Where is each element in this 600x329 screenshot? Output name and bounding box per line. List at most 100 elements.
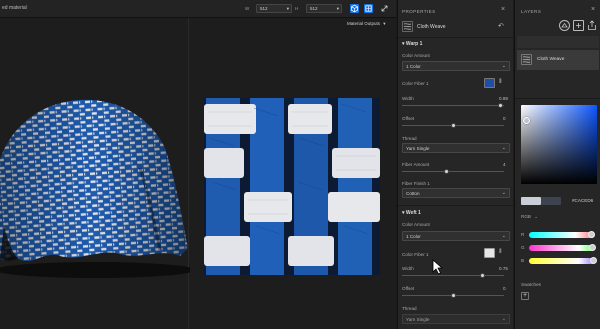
warp-color-amount-value: 1 Color xyxy=(406,64,421,69)
layers-header: LAYERS xyxy=(521,9,542,14)
warp-offset-slider[interactable] xyxy=(402,123,504,128)
slider-knob[interactable] xyxy=(480,273,485,278)
warp-color-amount-label: Color Amount xyxy=(402,53,430,58)
material-outputs-select[interactable]: Material Outputs ▾ xyxy=(347,21,386,27)
width-value: 512 xyxy=(260,6,268,11)
color-picker-handle[interactable] xyxy=(523,117,530,124)
weft-thread-select[interactable]: Yarn Single ⌄ xyxy=(402,314,510,324)
g-slider[interactable] xyxy=(529,244,596,251)
warp-width-slider[interactable] xyxy=(402,103,504,108)
slider-knob[interactable] xyxy=(589,244,596,251)
add-swatch-icon: + xyxy=(522,292,528,299)
warp-fiber-finish-value: Cotton xyxy=(406,191,420,196)
warp-fiber-finish-select[interactable]: Cotton ⌄ xyxy=(402,188,510,198)
add-layer-icon[interactable] xyxy=(573,20,584,31)
close-icon[interactable]: × xyxy=(501,6,505,13)
chevron-down-icon: ⌄ xyxy=(534,214,539,219)
layer-search[interactable] xyxy=(517,36,599,48)
weft-color-amount-select[interactable]: 1 Color ⌄ xyxy=(402,231,510,241)
document-title: ed material xyxy=(2,5,27,11)
weft-thread-value: Yarn Single xyxy=(406,317,430,322)
slider-knob[interactable] xyxy=(498,103,503,108)
warp-thread-select[interactable]: Yarn Single ⌄ xyxy=(402,143,510,153)
warp-color-fiber-label: Color Fiber 1 xyxy=(402,81,429,86)
width-label: W xyxy=(245,6,250,11)
weft-offset-value: 0 xyxy=(503,286,506,291)
warp-color-amount-select[interactable]: 1 Color ⌄ xyxy=(402,61,510,71)
height-value: 512 xyxy=(310,6,318,11)
warp-offset-label: Offset xyxy=(402,116,415,121)
color-options-icon[interactable]: ⫴ xyxy=(499,79,502,86)
chevron-down-icon: ⌄ xyxy=(501,190,506,196)
weft-section-toggle[interactable]: ▾ Weft 1 xyxy=(402,210,421,216)
slider-knob[interactable] xyxy=(590,257,597,264)
divider xyxy=(398,205,514,206)
expand-icon[interactable] xyxy=(380,4,389,13)
width-select[interactable]: 512 ▾ xyxy=(256,4,292,13)
chevron-down-icon: ⌄ xyxy=(501,145,506,151)
properties-panel: PROPERTIES × Cloth Weave ↶ ▾ Warp 1 Colo… xyxy=(397,0,514,329)
layer-name: Cloth Weave xyxy=(537,57,565,62)
2d-view-icon[interactable] xyxy=(364,4,373,13)
warp-offset-value: 0 xyxy=(503,116,506,121)
slider-knob[interactable] xyxy=(588,231,595,238)
color-mode-value: RGB xyxy=(521,214,531,219)
weft-color-amount-label: Color Amount xyxy=(402,222,430,227)
b-label: B xyxy=(521,258,525,263)
export-icon[interactable] xyxy=(587,20,597,31)
current-color-swatch[interactable] xyxy=(521,197,541,205)
warp-fiber-amount-value: 4 xyxy=(503,162,506,167)
weft-thread-label: Thread xyxy=(402,306,417,311)
weft-color-amount-value: 1 Color xyxy=(406,234,421,239)
3d-cloth-preview xyxy=(0,99,190,278)
chevron-down-icon: ▾ xyxy=(286,6,289,11)
slider-knob[interactable] xyxy=(444,169,449,174)
2d-weave-preview xyxy=(204,98,380,275)
close-icon[interactable]: × xyxy=(591,6,595,13)
3d-view-icon[interactable] xyxy=(350,4,359,13)
hex-value[interactable]: #CACED6 xyxy=(572,198,593,203)
weft-color-swatch[interactable] xyxy=(484,248,495,258)
layer-row-cloth-weave[interactable]: Cloth Weave xyxy=(517,50,599,70)
warp-width-label: Width xyxy=(402,96,414,101)
add-fill-layer-icon[interactable] xyxy=(559,20,570,31)
chevron-down-icon: ⌄ xyxy=(501,316,506,322)
slider-knob[interactable] xyxy=(451,293,456,298)
layers-panel: LAYERS × Cloth Weave #CACED6 RGB ⌄ R G B… xyxy=(514,0,600,329)
chevron-down-icon: ⌄ xyxy=(501,233,506,239)
height-select[interactable]: 512 ▾ xyxy=(306,4,342,13)
material-icon xyxy=(402,21,413,32)
warp-thread-label: Thread xyxy=(402,136,417,141)
warp-fiber-amount-slider[interactable] xyxy=(402,169,504,174)
b-slider[interactable] xyxy=(529,257,597,264)
slider-knob[interactable] xyxy=(451,123,456,128)
chevron-down-icon: ⌄ xyxy=(501,63,506,69)
r-slider[interactable] xyxy=(529,231,595,238)
weft-offset-slider[interactable] xyxy=(402,293,504,298)
weft-color-fiber-label: Color Fiber 1 xyxy=(402,252,429,257)
viewport-toolbar: ed material W 512 ▾ H 512 ▾ xyxy=(0,0,396,18)
color-options-icon[interactable]: ⫴ xyxy=(499,249,502,256)
warp-fiber-finish-label: Fiber Finish 1 xyxy=(402,181,430,186)
r-label: R xyxy=(521,232,525,237)
warp-color-swatch[interactable] xyxy=(484,78,495,88)
add-swatch-button[interactable]: + xyxy=(521,292,529,300)
chevron-down-icon: ▾ xyxy=(336,6,339,11)
weft-offset-label: Offset xyxy=(402,286,415,291)
color-mode-select[interactable]: RGB ⌄ xyxy=(521,214,538,220)
mouse-cursor-icon xyxy=(432,259,444,275)
reset-icon[interactable]: ↶ xyxy=(498,22,504,30)
warp-fiber-amount-label: Fiber Amount xyxy=(402,162,430,167)
warp-section-title: Warp 1 xyxy=(405,41,423,47)
divider xyxy=(398,37,514,38)
chevron-down-icon: ▾ xyxy=(383,21,386,26)
previous-color-swatch[interactable] xyxy=(541,197,561,205)
swatches-label: Swatches xyxy=(521,282,541,287)
weft-section-title: Weft 1 xyxy=(405,210,421,216)
warp-section-toggle[interactable]: ▾ Warp 1 xyxy=(402,41,422,47)
height-label: H xyxy=(295,6,299,11)
weft-width-label: Width xyxy=(402,266,414,271)
weft-width-slider[interactable] xyxy=(402,273,504,278)
g-label: G xyxy=(521,245,525,250)
color-field[interactable] xyxy=(521,105,597,184)
